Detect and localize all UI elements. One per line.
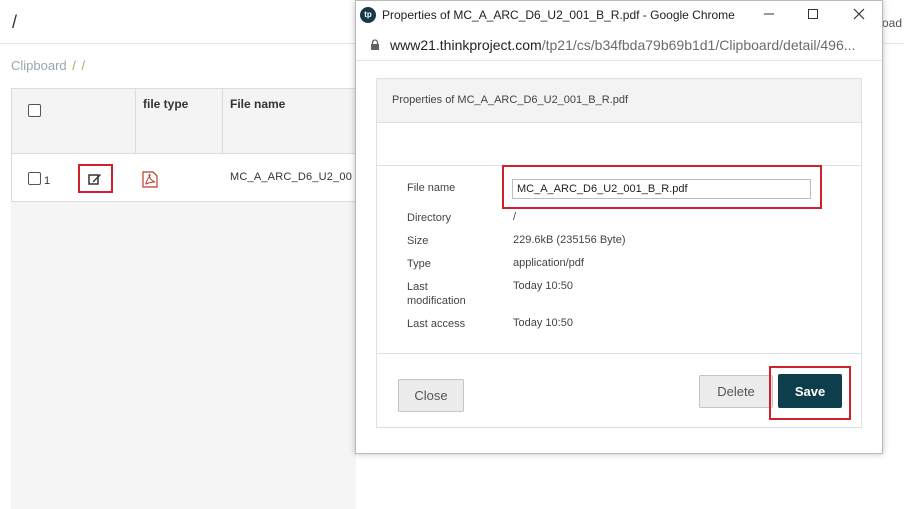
panel-header: Properties of MC_A_ARC_D6_U2_001_B_R.pdf: [377, 79, 861, 123]
select-all-checkbox[interactable]: [28, 104, 41, 117]
size-label: Size: [407, 235, 429, 247]
file-table: file type File name 1 MC_A_ARC_D6_U2_00: [11, 88, 357, 202]
file-name-label: File name: [407, 182, 456, 194]
page-title: /: [12, 12, 18, 32]
minimize-button[interactable]: [758, 5, 780, 25]
directory-label: Directory: [407, 212, 452, 224]
panel-title: Properties of MC_A_ARC_D6_U2_001_B_R.pdf: [392, 94, 629, 106]
pdf-icon: [142, 171, 158, 188]
save-button[interactable]: Save: [778, 374, 842, 408]
last-modification-value: Today 10:50: [513, 280, 573, 292]
popup-content: Properties of MC_A_ARC_D6_U2_001_B_R.pdf…: [356, 62, 882, 453]
content-background: [11, 202, 356, 509]
breadcrumb-separator: /: [72, 58, 76, 73]
column-divider: [135, 89, 136, 154]
size-value: 229.6kB (235156 Byte): [513, 234, 626, 246]
close-button[interactable]: Close: [398, 379, 464, 412]
properties-panel: Properties of MC_A_ARC_D6_U2_001_B_R.pdf…: [376, 78, 862, 428]
delete-button[interactable]: Delete: [699, 375, 773, 408]
address-bar[interactable]: www21.thinkproject.com/tp21/cs/b34fbda79…: [356, 29, 882, 61]
row-number: 1: [44, 175, 51, 187]
url-path: /tp21/cs/b34fbda79b69b1d1/Clipboard/deta…: [541, 37, 856, 53]
maximize-icon: [808, 9, 818, 19]
last-access-value: Today 10:50: [513, 317, 573, 329]
edit-properties-button[interactable]: [78, 164, 113, 193]
last-modification-label: Last modification: [407, 281, 466, 307]
properties-popup-window: tp Properties of MC_A_ARC_D6_U2_001_B_R.…: [355, 0, 883, 454]
row-checkbox[interactable]: [28, 172, 41, 185]
breadcrumb: Clipboard / /: [11, 58, 85, 73]
edit-icon: [88, 174, 101, 185]
column-header-file-type[interactable]: file type: [143, 97, 188, 111]
lock-icon[interactable]: [370, 39, 380, 51]
table-header: file type File name: [12, 89, 357, 154]
divider: [377, 353, 861, 354]
column-header-file-name[interactable]: File name: [230, 97, 285, 111]
url-host: www21.thinkproject.com: [390, 37, 542, 53]
file-name-input[interactable]: [512, 179, 811, 199]
row-file-name[interactable]: MC_A_ARC_D6_U2_00: [230, 171, 352, 183]
window-titlebar[interactable]: tp Properties of MC_A_ARC_D6_U2_001_B_R.…: [356, 1, 882, 29]
upload-button-label[interactable]: oad: [882, 16, 902, 30]
maximize-button[interactable]: [802, 5, 824, 25]
type-value: application/pdf: [513, 257, 584, 269]
minimize-icon: [764, 13, 774, 15]
breadcrumb-item-root[interactable]: /: [82, 58, 86, 73]
close-window-button[interactable]: [848, 5, 870, 25]
type-label: Type: [407, 258, 431, 270]
window-title: Properties of MC_A_ARC_D6_U2_001_B_R.pdf…: [382, 8, 735, 22]
directory-value: /: [513, 211, 517, 223]
column-divider: [222, 89, 223, 154]
close-icon: [853, 8, 865, 20]
breadcrumb-item-clipboard[interactable]: Clipboard: [11, 58, 67, 73]
thinkproject-logo-icon: tp: [360, 7, 376, 23]
last-access-label: Last access: [407, 318, 466, 330]
url-text[interactable]: www21.thinkproject.com/tp21/cs/b34fbda79…: [390, 37, 855, 53]
